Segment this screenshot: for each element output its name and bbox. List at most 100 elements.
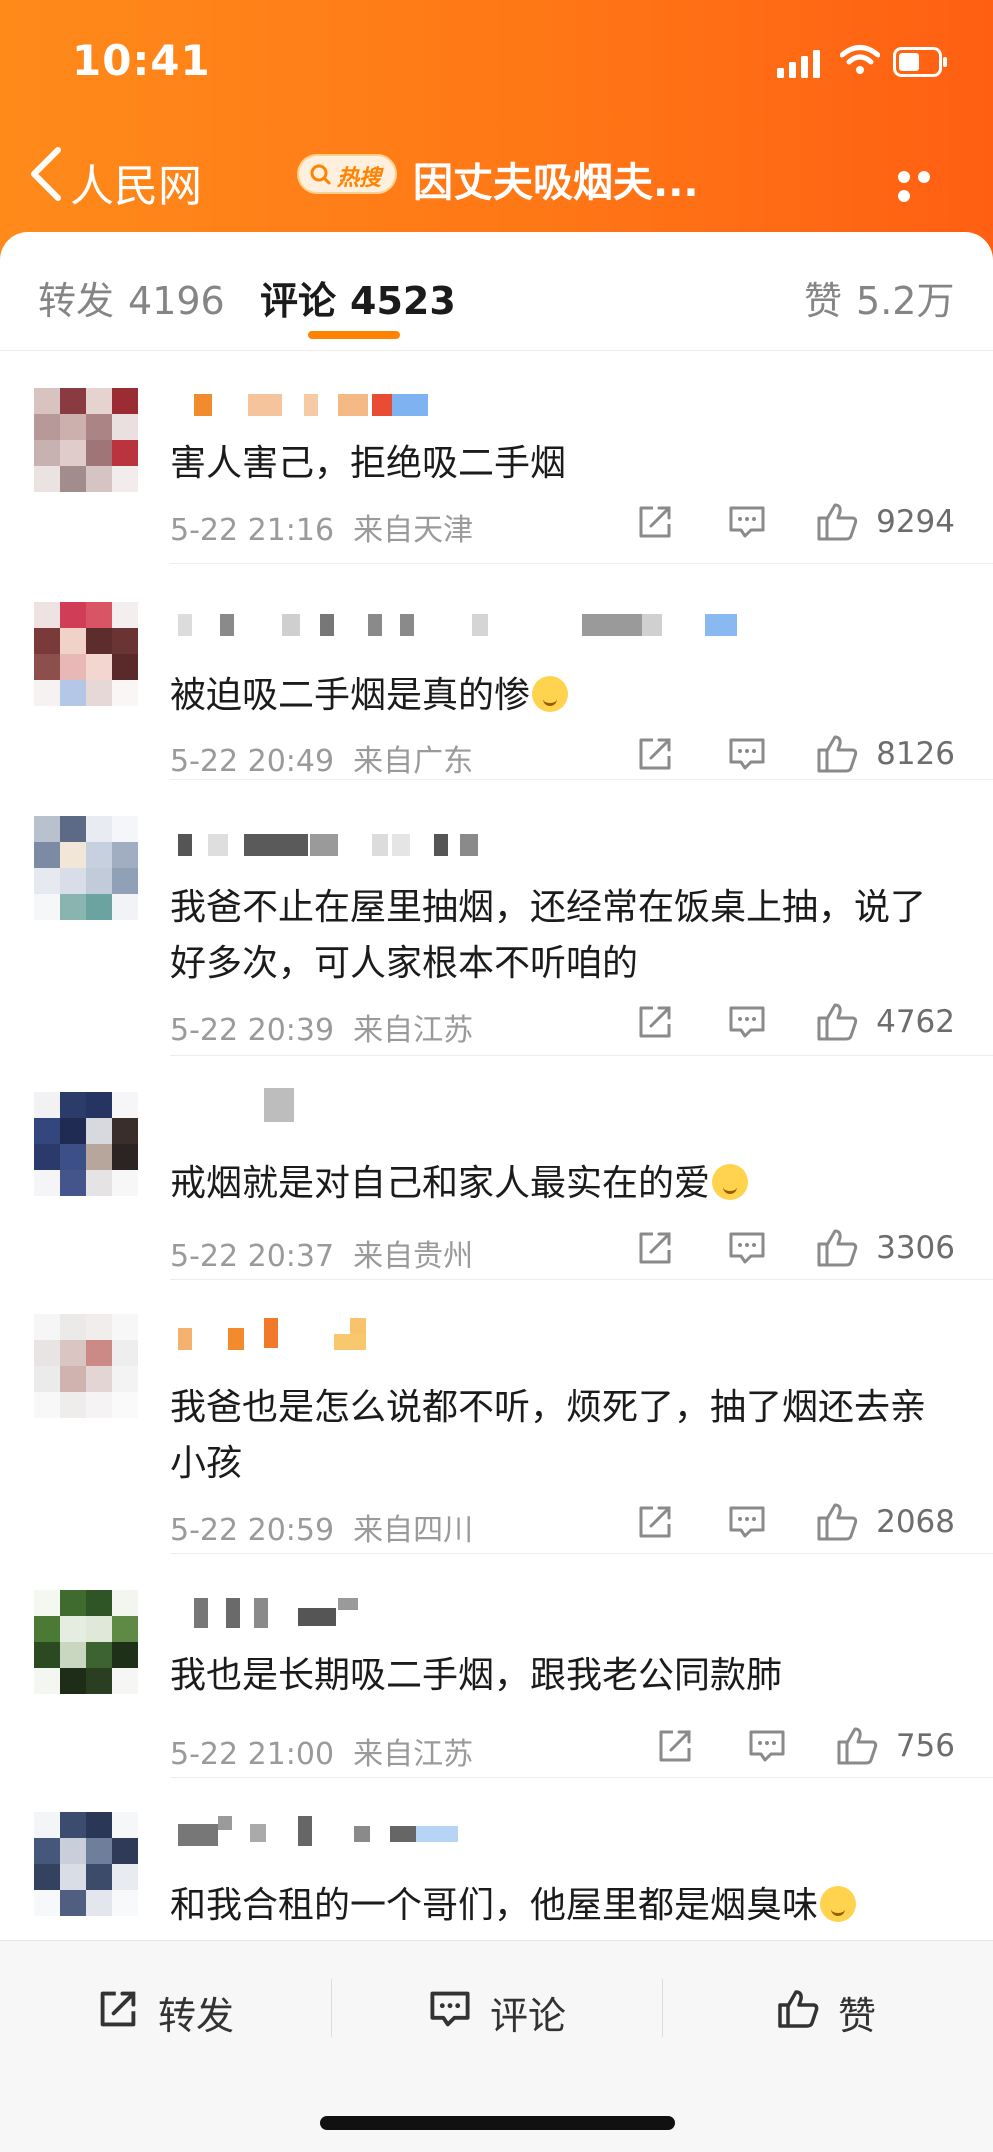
status-bar: 10:41	[0, 0, 993, 120]
comment-text: 我爸不止在屋里抽烟，还经常在饭桌上抽，说了好多次，可人家根本不听咱的	[170, 887, 927, 984]
back-button-label[interactable]: 人民网	[70, 150, 202, 214]
tab-reposts-label: 转发	[38, 279, 115, 323]
username-redacted[interactable]	[172, 614, 737, 640]
share-icon[interactable]	[635, 734, 675, 774]
avatar[interactable]	[34, 1314, 138, 1418]
like-thumb-icon[interactable]	[815, 502, 859, 542]
share-icon	[100, 1991, 136, 2027]
pensive-face-icon	[820, 1886, 857, 1922]
comment-time: 5-22 21:00	[170, 1737, 335, 1772]
battery-icon	[893, 47, 947, 77]
search-icon	[310, 164, 331, 185]
comment-button[interactable]: 评论	[428, 1981, 598, 2041]
comment-meta: 5-22 20:59 来自四川	[170, 1505, 473, 1549]
username-redacted[interactable]	[172, 1318, 572, 1350]
comment-meta: 5-22 21:16 来自天津	[170, 505, 473, 549]
comment-meta: 5-22 20:49 来自广东	[170, 736, 473, 780]
tab-comments-count: 4523	[350, 279, 456, 323]
share-icon[interactable]	[635, 1228, 675, 1268]
tab-comments[interactable]: 评论 4523	[260, 270, 456, 325]
hot-search-badge[interactable]: 热搜	[297, 154, 397, 194]
comment-actions: 3306	[635, 1228, 955, 1268]
like-thumb-icon[interactable]	[815, 1502, 859, 1542]
comment-icon[interactable]	[727, 1502, 767, 1542]
avatar[interactable]	[34, 816, 138, 920]
username-redacted[interactable]	[172, 1088, 572, 1122]
comment-item: 害人害己，拒绝吸二手烟 5-22 21:16 来自天津 9294	[0, 350, 993, 564]
wifi-icon	[840, 45, 880, 74]
comment-text: 戒烟就是对自己和家人最实在的爱	[170, 1156, 950, 1212]
comment-location: 来自广东	[353, 744, 474, 779]
comment-time: 5-22 20:59	[170, 1513, 335, 1548]
comment-text: 我爸也是怎么说都不听，烦死了，抽了烟还去亲小孩	[170, 1387, 927, 1484]
home-indicator[interactable]	[320, 2116, 675, 2130]
like-count: 756	[895, 1728, 955, 1764]
comment-time: 5-22 20:39	[170, 1013, 335, 1048]
username-redacted[interactable]	[172, 394, 572, 420]
bottom-action-bar: 转发 评论 赞	[0, 1940, 993, 2152]
comment-meta: 5-22 20:39 来自江苏	[170, 1005, 473, 1049]
comment-text: 和我合租的一个哥们，他屋里都是烟臭味	[170, 1878, 950, 1934]
avatar[interactable]	[34, 1812, 138, 1916]
like-count: 4762	[876, 1004, 955, 1040]
avatar[interactable]	[34, 388, 138, 492]
username-redacted[interactable]	[172, 1816, 572, 1846]
share-icon[interactable]	[655, 1726, 695, 1766]
comment-actions: 4762	[635, 1002, 955, 1042]
like-count: 2068	[876, 1504, 955, 1540]
comment-text: 我也是长期吸二手烟，跟我老公同款肺	[170, 1655, 783, 1696]
share-icon[interactable]	[635, 1002, 675, 1042]
like-thumb-icon[interactable]	[815, 1228, 859, 1268]
comment-item: 我爸不止在屋里抽烟，还经常在饭桌上抽，说了好多次，可人家根本不听咱的 5-22 …	[0, 780, 993, 1056]
comment-actions: 9294	[635, 502, 955, 542]
like-thumb-icon[interactable]	[815, 1002, 859, 1042]
comment-location: 来自贵州	[353, 1239, 474, 1274]
comment-item: 我也是长期吸二手烟，跟我老公同款肺 5-22 21:00 来自江苏 756	[0, 1554, 993, 1778]
page-title[interactable]: 因丈夫吸烟夫...	[413, 150, 699, 208]
like-thumb-icon	[778, 1990, 819, 2028]
comment-location: 来自江苏	[353, 1013, 474, 1048]
tab-likes-label: 赞	[804, 279, 843, 323]
like-button[interactable]: 赞	[776, 1981, 896, 2041]
comment-text-body: 和我合租的一个哥们，他屋里都是烟臭味	[170, 1885, 819, 1926]
like-thumb-icon[interactable]	[815, 734, 859, 774]
repost-button[interactable]: 转发	[96, 1981, 266, 2041]
divider	[331, 1979, 332, 2037]
avatar[interactable]	[34, 1590, 138, 1694]
more-options-icon[interactable]	[898, 168, 956, 202]
comment-actions: 8126	[635, 734, 955, 774]
status-time: 10:41	[72, 36, 211, 85]
divider	[662, 1979, 663, 2037]
comment-icon[interactable]	[747, 1726, 787, 1766]
comment-text-body: 戒烟就是对自己和家人最实在的爱	[170, 1163, 711, 1204]
comment-location: 来自四川	[353, 1513, 474, 1548]
comment-actions: 756	[655, 1726, 955, 1766]
comment-text: 被迫吸二手烟是真的惨	[170, 668, 950, 724]
like-count: 9294	[876, 504, 955, 540]
tab-reposts[interactable]: 转发 4196	[38, 270, 225, 325]
avatar[interactable]	[34, 1092, 138, 1196]
nav-bar: 人民网 热搜 因丈夫吸烟夫...	[0, 120, 993, 230]
comment-icon[interactable]	[727, 1002, 767, 1042]
comment-item: 和我合租的一个哥们，他屋里都是烟臭味	[0, 1778, 993, 1948]
comment-time: 5-22 20:37	[170, 1239, 335, 1274]
share-icon[interactable]	[635, 502, 675, 542]
like-thumb-icon[interactable]	[835, 1726, 879, 1766]
tab-likes-count: 5.2万	[856, 279, 955, 323]
username-redacted[interactable]	[172, 834, 572, 860]
comment-icon[interactable]	[727, 1228, 767, 1268]
pensive-face-icon	[532, 676, 569, 712]
active-tab-indicator	[308, 331, 400, 339]
comment-icon[interactable]	[727, 502, 767, 542]
smile-face-icon	[712, 1164, 749, 1200]
like-count: 3306	[876, 1230, 955, 1266]
back-chevron-icon[interactable]	[28, 146, 64, 202]
share-icon[interactable]	[635, 1502, 675, 1542]
comment-item: 被迫吸二手烟是真的惨 5-22 20:49 来自广东 8126	[0, 564, 993, 780]
tab-likes[interactable]: 赞 5.2万	[804, 270, 954, 325]
comment-item: 我爸也是怎么说都不听，烦死了，抽了烟还去亲小孩 5-22 20:59 来自四川 …	[0, 1280, 993, 1554]
username-redacted[interactable]	[172, 1598, 572, 1628]
avatar[interactable]	[34, 602, 138, 706]
comment-icon[interactable]	[727, 734, 767, 774]
comment-text: 害人害己，拒绝吸二手烟	[170, 443, 567, 484]
